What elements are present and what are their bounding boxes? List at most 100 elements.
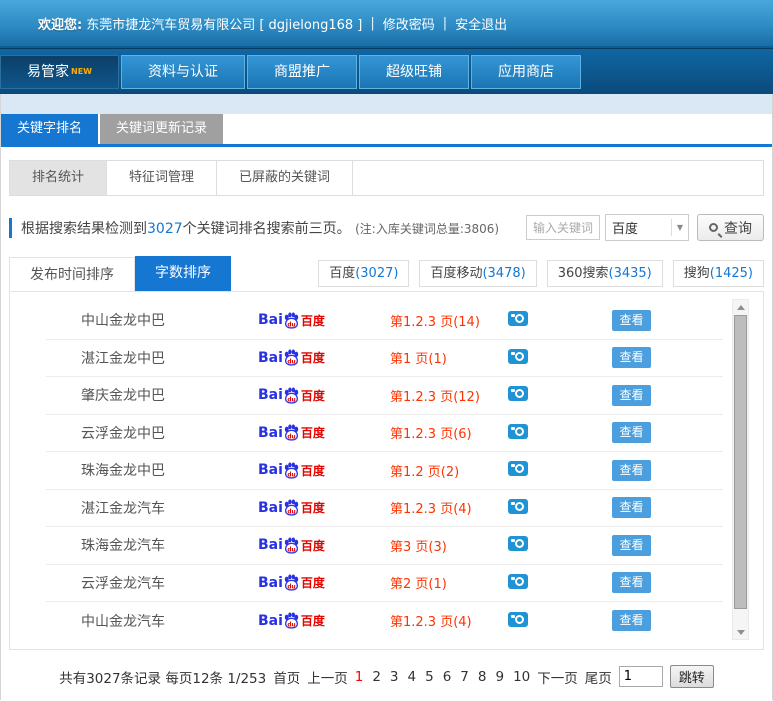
prev-page-link[interactable]: 上一页 <box>307 667 348 687</box>
company-name: 东莞市捷龙汽车贸易有限公司 [ dgjielong168 ] <box>86 17 363 33</box>
engine-count: (3027) <box>355 266 399 281</box>
view-button[interactable]: 查看 <box>612 347 651 369</box>
page-number-9[interactable]: 9 <box>495 669 504 685</box>
engine-filter-baidu-mobile[interactable]: 百度移动(3478) <box>419 260 537 287</box>
nav-tab-label: 应用商店 <box>497 63 554 80</box>
page-number-6[interactable]: 6 <box>443 669 452 685</box>
keyword-search-input[interactable] <box>526 215 600 240</box>
jump-button[interactable]: 跳转 <box>669 665 714 688</box>
baidu-logo-bai: Bai <box>258 612 283 629</box>
engine-name: 360搜索 <box>557 266 609 281</box>
baidu-logo-cn: 百度 <box>300 351 325 366</box>
camera-cell <box>508 536 548 554</box>
baidu-logo-bai: Bai <box>258 574 283 591</box>
search-area: 百度 ▼ 查询 <box>526 214 764 241</box>
table-row: 湛江金龙汽车 Bai du 百度 第1.2.3 页(4) 查看 <box>46 490 723 527</box>
keyword-text: 中山金龙汽车 <box>81 613 165 630</box>
tab-keyword-ranking[interactable]: 关键字排名 <box>1 114 99 144</box>
scrollbar[interactable] <box>732 299 749 640</box>
engine-filter-sogou[interactable]: 搜狗(1425) <box>672 260 764 287</box>
record-summary: 共有3027条记录 每页12条 1/253 <box>59 670 267 687</box>
keyword-text: 湛江金龙汽车 <box>81 500 165 517</box>
logout-link[interactable]: 安全退出 <box>455 14 507 33</box>
engine-name: 百度 <box>329 266 356 281</box>
primary-tabs: 关键字排名 关键词更新记录 <box>1 114 772 144</box>
first-page-link[interactable]: 首页 <box>273 667 300 687</box>
camera-snapshot-icon[interactable] <box>508 573 528 589</box>
camera-snapshot-icon[interactable] <box>508 423 528 439</box>
nav-tab-yiguanjia[interactable]: 易管家 NEW <box>0 54 119 89</box>
scroll-up-arrow-icon[interactable] <box>733 300 748 314</box>
baidu-paw-icon: du <box>284 499 299 516</box>
tab-keyword-update-log[interactable]: 关键词更新记录 <box>100 114 224 144</box>
baidu-logo-cn: 百度 <box>300 538 325 553</box>
separator: | <box>370 15 375 31</box>
camera-snapshot-icon[interactable] <box>508 498 528 514</box>
view-button[interactable]: 查看 <box>612 572 651 594</box>
rank-pages-text: 第1.2.3 页(4) <box>390 615 472 631</box>
engine-count: (1425) <box>709 266 753 281</box>
view-button[interactable]: 查看 <box>612 422 651 444</box>
engine-count: (3478) <box>482 266 526 281</box>
baidu-logo-cn: 百度 <box>300 313 325 328</box>
page-number-4[interactable]: 4 <box>408 669 417 685</box>
engine-filter-360-search[interactable]: 360搜索(3435) <box>546 260 663 287</box>
camera-snapshot-icon[interactable] <box>508 386 528 402</box>
baidu-paw-icon: du <box>284 537 299 554</box>
camera-snapshot-icon[interactable] <box>508 348 528 364</box>
page-number-10[interactable]: 10 <box>513 669 530 685</box>
camera-snapshot-icon[interactable] <box>508 311 528 327</box>
sort-tab-word-count[interactable]: 字数排序 <box>135 256 231 291</box>
svg-text:du: du <box>287 510 295 516</box>
page-number-3[interactable]: 3 <box>390 669 399 685</box>
scroll-down-arrow-icon[interactable] <box>733 625 748 639</box>
baidu-logo: Bai du 百度 <box>258 537 390 554</box>
view-button[interactable]: 查看 <box>612 610 651 632</box>
page-number-2[interactable]: 2 <box>372 669 381 685</box>
engine-filter-baidu[interactable]: 百度(3027) <box>318 260 410 287</box>
page-number-5[interactable]: 5 <box>425 669 434 685</box>
baidu-logo-bai: Bai <box>258 537 283 554</box>
next-page-link[interactable]: 下一页 <box>537 667 578 687</box>
search-button[interactable]: 查询 <box>697 214 764 241</box>
jump-page-input[interactable] <box>618 666 663 687</box>
camera-snapshot-icon[interactable] <box>508 536 528 552</box>
last-page-link[interactable]: 尾页 <box>585 667 612 687</box>
nav-tab-app-store[interactable]: 应用商店 <box>470 54 581 89</box>
view-button[interactable]: 查看 <box>612 534 651 556</box>
nav-tab-alliance-promo[interactable]: 商盟推广 <box>246 54 357 89</box>
view-button[interactable]: 查看 <box>612 384 651 406</box>
engine-select[interactable]: 百度 ▼ <box>605 214 689 241</box>
subtab-blocked-keywords[interactable]: 已屏蔽的关键词 <box>217 161 354 195</box>
summary-prefix: 根据搜索结果检测到 <box>21 220 147 237</box>
summary-row: 根据搜索结果检测到3027个关键词排名搜索前三页。 (注:入库关键词总量:380… <box>9 214 764 241</box>
page-number-1[interactable]: 1 <box>355 669 364 685</box>
rank-pages-text: 第1.2 页(2) <box>390 464 460 480</box>
baidu-paw-icon: du <box>284 612 299 629</box>
camera-snapshot-icon[interactable] <box>508 611 528 627</box>
view-button[interactable]: 查看 <box>612 309 651 331</box>
nav-tab-super-shop[interactable]: 超级旺铺 <box>358 54 469 89</box>
baidu-logo-cn: 百度 <box>300 614 325 629</box>
main-navbar: 易管家 NEW 资料与认证 商盟推广 超级旺铺 应用商店 <box>0 48 773 94</box>
engine-count: (3435) <box>608 266 652 281</box>
rank-pages-text: 第2 页(1) <box>390 577 447 593</box>
view-button[interactable]: 查看 <box>612 497 651 519</box>
page-number-7[interactable]: 7 <box>460 669 469 685</box>
sort-tab-publish-time[interactable]: 发布时间排序 <box>9 257 135 291</box>
scrollbar-thumb[interactable] <box>734 315 747 609</box>
summary-suffix: 个关键词排名搜索前三页。 <box>182 220 351 237</box>
view-button[interactable]: 查看 <box>612 459 651 481</box>
baidu-paw-icon: du <box>284 424 299 441</box>
camera-snapshot-icon[interactable] <box>508 461 528 477</box>
subtab-feature-words[interactable]: 特征词管理 <box>107 161 218 195</box>
page-number-8[interactable]: 8 <box>478 669 487 685</box>
baidu-logo-bai: Bai <box>258 349 283 366</box>
baidu-logo-bai: Bai <box>258 499 283 516</box>
change-password-link[interactable]: 修改密码 <box>383 14 435 33</box>
nav-tab-credentials[interactable]: 资料与认证 <box>120 54 245 89</box>
new-badge: NEW <box>71 66 92 76</box>
page-body: 关键字排名 关键词更新记录 排名统计 特征词管理 已屏蔽的关键词 根据搜索结果检… <box>0 94 773 700</box>
subtab-ranking-stats[interactable]: 排名统计 <box>10 161 108 195</box>
table-row: 珠海金龙中巴 Bai du 百度 第1.2 页(2) 查看 <box>46 452 723 490</box>
